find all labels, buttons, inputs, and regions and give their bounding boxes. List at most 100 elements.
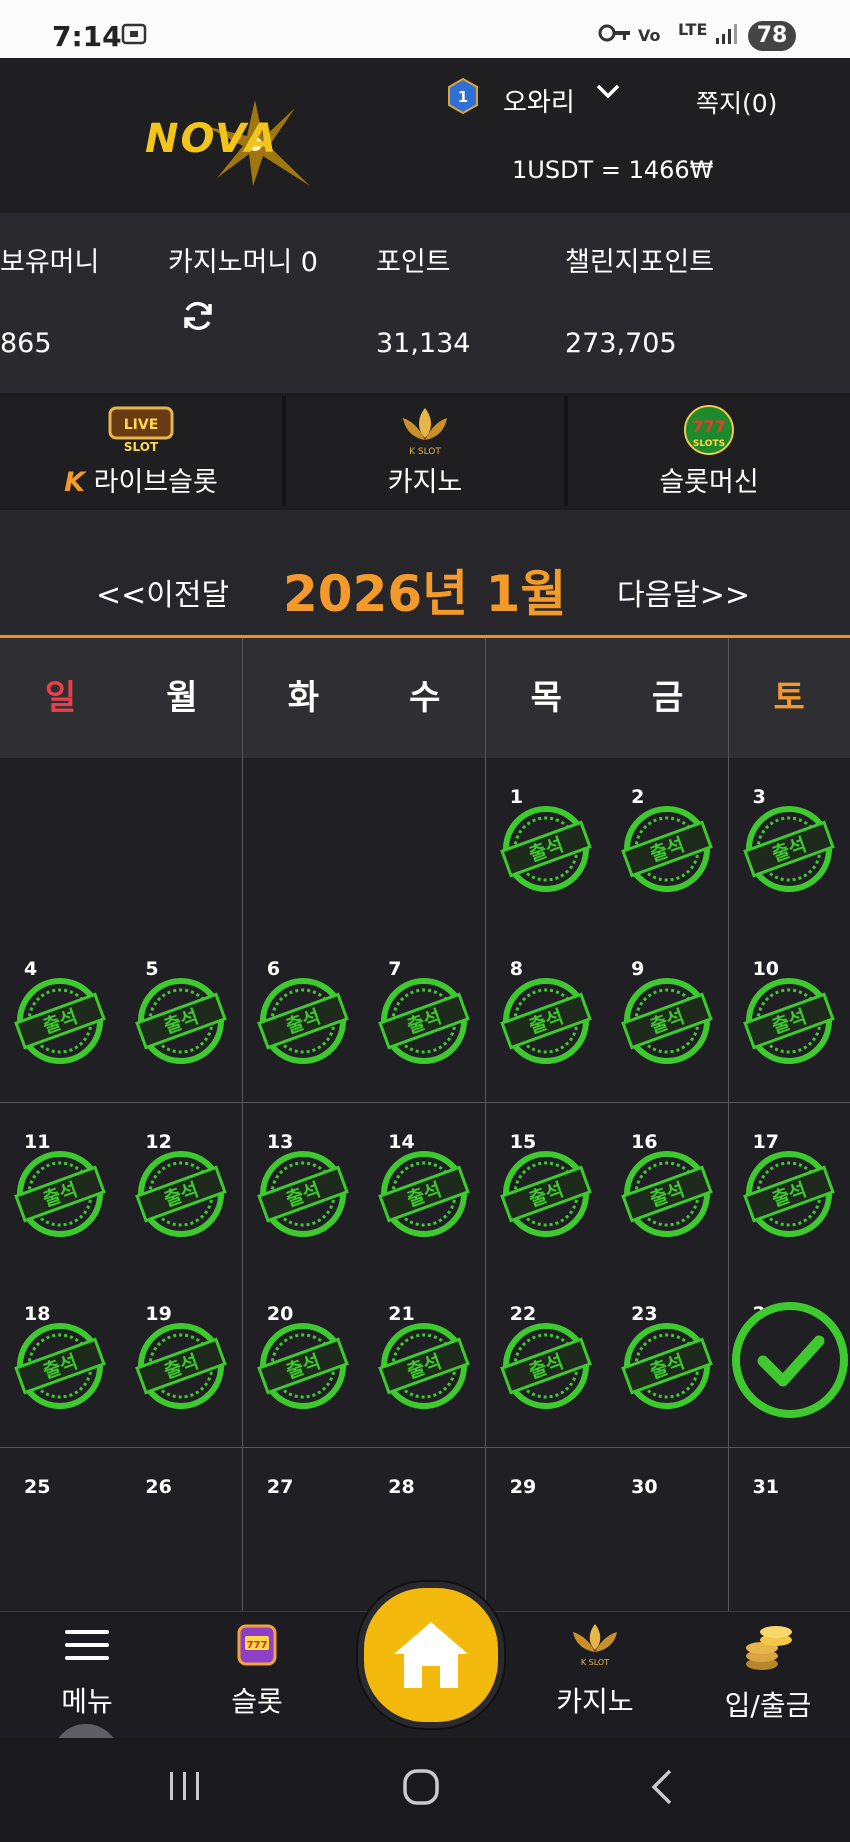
calendar-day[interactable]: 29	[485, 1447, 608, 1621]
svg-text:SLOT: SLOT	[124, 440, 159, 454]
calendar-day[interactable]: 18 출석	[0, 1275, 122, 1449]
screen-record-icon	[120, 22, 148, 52]
calendar-day[interactable]: 12 출석	[121, 1102, 244, 1276]
calendar-day[interactable]: 27	[242, 1447, 365, 1621]
calendar-day[interactable]: 21 출석	[364, 1275, 487, 1449]
refresh-icon[interactable]	[180, 298, 216, 334]
system-navigation-bar	[0, 1738, 850, 1842]
calendar-day[interactable]: 7 출석	[364, 930, 487, 1104]
attendance-stamp-icon: 출석	[378, 975, 471, 1067]
calendar-day[interactable]: 25	[0, 1447, 122, 1621]
attendance-stamp-icon: 출석	[257, 1148, 349, 1240]
calendar-day[interactable]: 3 출석	[728, 758, 850, 931]
tab-label: 라이브슬롯	[93, 467, 218, 498]
calendar-day[interactable]: 1 출석	[485, 758, 608, 931]
nav-deposit-withdraw[interactable]: 입/출금	[718, 1622, 818, 1724]
attendance-stamp-icon: 출석	[257, 1320, 349, 1412]
calendar-day[interactable]: 5 출석	[121, 930, 244, 1104]
checkmark-icon	[731, 1301, 849, 1419]
nav-slot[interactable]: 777 슬롯	[222, 1622, 292, 1720]
day-number: 26	[145, 1475, 172, 1498]
point-value: 31,134	[376, 328, 471, 359]
calendar-day[interactable]: 31	[728, 1447, 850, 1621]
day-number: 31	[752, 1475, 780, 1498]
tab-live-slot[interactable]: LIVE SLOT K 라이브슬롯	[0, 396, 282, 506]
attendance-stamp-icon: 출석	[135, 975, 228, 1067]
next-month-button[interactable]: 다음달>>	[617, 570, 750, 614]
weekday-header: 수	[364, 638, 487, 759]
day-number: 27	[266, 1475, 294, 1498]
svg-text:출석: 출석	[162, 1351, 202, 1384]
attendance-stamp-icon: 출석	[14, 975, 106, 1067]
volte-icon: Vo	[638, 26, 661, 45]
exchange-rate: 1USDT = 1466₩	[512, 156, 714, 184]
calendar-day	[364, 758, 487, 931]
home-button[interactable]	[358, 1582, 504, 1728]
logo-text: NOVA	[145, 116, 279, 162]
svg-text:출석: 출석	[40, 1351, 80, 1384]
attendance-stamp-icon: 출석	[742, 975, 835, 1067]
signal-icon	[714, 22, 738, 52]
nav-menu[interactable]: 메뉴	[52, 1622, 122, 1720]
attendance-stamp-icon: 출석	[621, 1148, 713, 1240]
calendar-day[interactable]: 2 출석	[607, 758, 730, 931]
username[interactable]: 오와리	[503, 82, 575, 119]
calendar-day	[121, 758, 244, 931]
challenge-point-value: 273,705	[565, 328, 677, 359]
holding-money-value: 865	[0, 328, 52, 359]
home-circle-icon[interactable]	[402, 1768, 442, 1810]
nav-casino-label: 카지노	[556, 1685, 634, 1718]
nav-slot-label: 슬롯	[231, 1685, 283, 1718]
calendar-day[interactable]: 19 출석	[121, 1275, 244, 1449]
balance-panel: 보유머니 865 카지노머니 0 포인트 31,134 챌린지포인트 273,7…	[0, 213, 850, 393]
calendar-day[interactable]: 20 출석	[242, 1275, 365, 1449]
calendar-day	[0, 758, 122, 931]
calendar-day[interactable]: 8 출석	[485, 930, 608, 1104]
calendar-day[interactable]: 24	[728, 1275, 850, 1449]
attendance-stamp-icon: 출석	[499, 803, 592, 895]
tab-casino-label: 카지노	[387, 467, 463, 498]
chevron-down-icon[interactable]	[595, 78, 621, 110]
svg-text:출석: 출석	[647, 1178, 687, 1211]
nav-casino[interactable]: K SLOT 카지노	[552, 1622, 638, 1720]
calendar-day[interactable]: 9 출석	[607, 930, 730, 1104]
recent-apps-icon[interactable]	[166, 1768, 204, 1808]
svg-text:출석: 출석	[404, 1178, 444, 1211]
svg-text:출석: 출석	[404, 1351, 444, 1384]
day-number: 25	[24, 1475, 51, 1498]
calendar-day[interactable]: 6 출석	[242, 930, 365, 1104]
point-label: 포인트	[376, 247, 451, 278]
holding-money-label: 보유머니	[0, 247, 100, 278]
tab-slot-machine[interactable]: 777 SLOTS 슬롯머신	[568, 396, 850, 506]
attendance-stamp-icon: 출석	[14, 1148, 106, 1240]
calendar-day[interactable]: 4 출석	[0, 930, 122, 1104]
svg-text:출석: 출석	[647, 1006, 687, 1039]
calendar-day[interactable]: 11 출석	[0, 1102, 122, 1276]
svg-text:출석: 출석	[526, 834, 566, 867]
weekday-header: 토	[728, 638, 850, 759]
attendance-stamp-icon: 출석	[135, 1320, 228, 1412]
nova-logo[interactable]: NOVA	[145, 98, 320, 188]
messages-link[interactable]: 쪽지(0)	[696, 84, 777, 120]
tab-casino[interactable]: K SLOT 카지노	[286, 396, 564, 506]
calendar-day[interactable]: 17 출석	[728, 1102, 850, 1276]
calendar-day[interactable]: 16 출석	[607, 1102, 730, 1276]
calendar-day[interactable]: 14 출석	[364, 1102, 487, 1276]
status-time: 7:14	[52, 20, 122, 53]
calendar-day[interactable]: 22 출석	[485, 1275, 608, 1449]
calendar-day	[242, 758, 365, 931]
live-slot-badge-icon: LIVE SLOT	[108, 404, 174, 458]
calendar-day[interactable]: 10 출석	[728, 930, 850, 1104]
calendar-day[interactable]: 23 출석	[607, 1275, 730, 1449]
svg-text:출석: 출석	[162, 1006, 202, 1039]
back-icon[interactable]	[648, 1768, 676, 1810]
calendar-day[interactable]: 30	[607, 1447, 730, 1621]
svg-text:출석: 출석	[283, 1351, 323, 1384]
calendar-day[interactable]: 26	[121, 1447, 244, 1621]
svg-text:출석: 출석	[162, 1178, 202, 1211]
attendance-stamp-icon: 출석	[135, 1148, 228, 1240]
prev-month-button[interactable]: <<이전달	[96, 570, 229, 614]
k-logo-icon: K	[64, 467, 86, 498]
calendar-day[interactable]: 15 출석	[485, 1102, 608, 1276]
calendar-day[interactable]: 13 출석	[242, 1102, 365, 1276]
